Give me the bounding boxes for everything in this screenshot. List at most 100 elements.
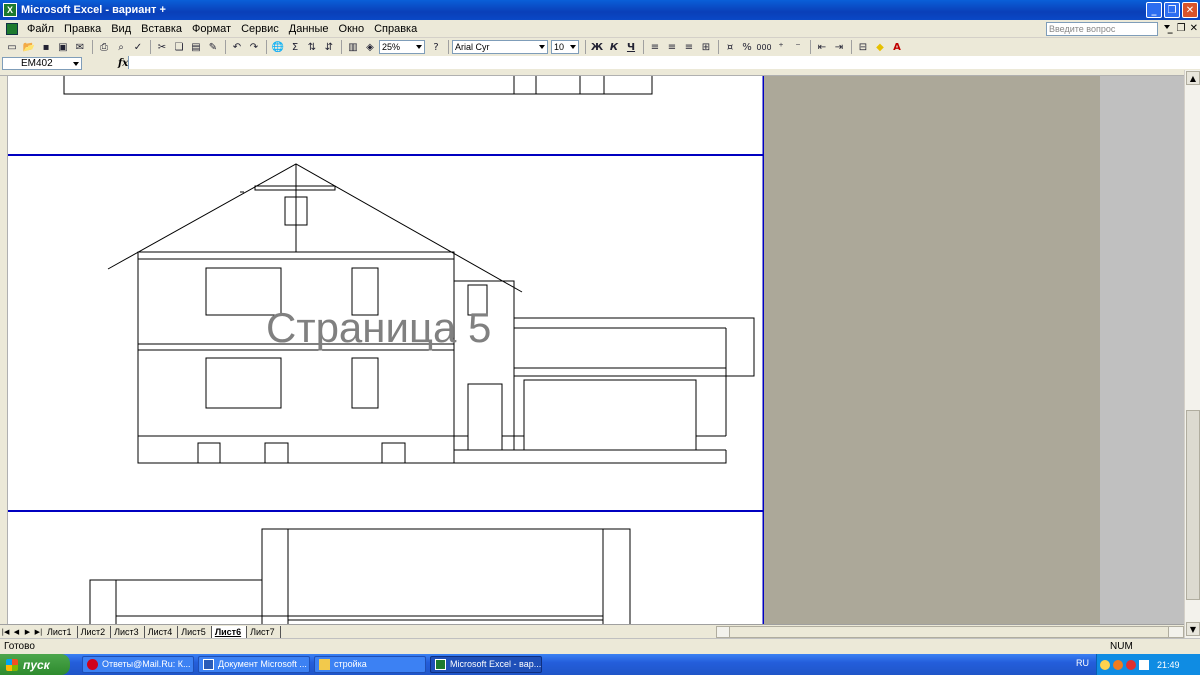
menu-help[interactable]: Справка <box>369 23 422 35</box>
excel-icon[interactable]: X <box>3 3 17 17</box>
toolbar-separator <box>448 40 449 54</box>
undo-icon[interactable]: ↶ <box>229 39 245 55</box>
chevron-down-icon <box>539 45 545 49</box>
align-left-icon[interactable]: ≡ <box>647 39 663 55</box>
workbook-restore-button[interactable]: ❐ <box>1177 23 1186 34</box>
open-folder-icon[interactable]: 📂 <box>21 39 37 55</box>
borders-icon[interactable]: ⊟ <box>855 39 871 55</box>
font-color-icon[interactable]: A <box>889 39 905 55</box>
sheet-tab-1[interactable]: Лист1 <box>44 625 78 638</box>
help-icon[interactable]: ? <box>428 39 444 55</box>
redo-icon[interactable]: ↷ <box>246 39 262 55</box>
workbook-close-button[interactable]: ✕ <box>1190 23 1198 34</box>
prev-sheet-icon[interactable]: ◀ <box>11 626 22 638</box>
formula-input[interactable] <box>128 56 1200 69</box>
next-sheet-icon[interactable]: ▶ <box>22 626 33 638</box>
align-center-icon[interactable]: ≡ <box>664 39 680 55</box>
cut-icon[interactable]: ✂ <box>154 39 170 55</box>
new-file-icon[interactable]: ▭ <box>4 39 20 55</box>
horizontal-scrollbar[interactable] <box>716 626 1184 638</box>
task-folder[interactable]: стройка <box>314 656 426 673</box>
close-button[interactable]: ✕ <box>1182 2 1198 18</box>
start-button[interactable]: пуск <box>0 654 70 675</box>
permission-icon[interactable]: ▣ <box>55 39 71 55</box>
workbook-icon[interactable] <box>6 22 18 35</box>
paste-icon[interactable]: ▤ <box>188 39 204 55</box>
name-box[interactable]: EM402 <box>2 56 82 70</box>
task-mail-answers[interactable]: Ответы@Mail.Ru: К... <box>82 656 194 673</box>
menu-tools[interactable]: Сервис <box>236 23 284 35</box>
thousands-button[interactable]: 000 <box>756 39 772 55</box>
menu-data[interactable]: Данные <box>284 23 334 35</box>
percent-button[interactable]: % <box>739 39 755 55</box>
print-preview-icon[interactable]: ⌕ <box>113 39 129 55</box>
font-name-select[interactable]: Arial Cyr <box>452 40 548 54</box>
sheet-tab-6[interactable]: Лист6 <box>211 625 248 638</box>
row-header-strip <box>0 76 8 624</box>
menu-view[interactable]: Вид <box>106 23 136 35</box>
status-ready: Готово <box>4 641 35 652</box>
clock[interactable]: 21:49 <box>1157 660 1180 670</box>
system-tray: 21:49 <box>1096 654 1200 675</box>
merge-center-icon[interactable]: ⊞ <box>698 39 714 55</box>
last-sheet-icon[interactable]: ▶| <box>33 626 44 638</box>
task-word-document[interactable]: Документ Microsoft ... <box>198 656 310 673</box>
menu-window[interactable]: Окно <box>334 23 370 35</box>
minimize-button[interactable]: _ <box>1146 2 1162 18</box>
sheet-tab-4[interactable]: Лист4 <box>144 625 179 638</box>
fx-icon[interactable]: fx <box>118 58 128 69</box>
language-indicator[interactable]: RU <box>1076 658 1089 668</box>
format-painter-icon[interactable]: ✎ <box>205 39 221 55</box>
sort-descending-icon[interactable]: ⇵ <box>321 39 337 55</box>
update-icon[interactable] <box>1113 659 1123 670</box>
scroll-down-icon[interactable]: ▼ <box>1186 622 1200 636</box>
workbook-minimize-button[interactable]: _ <box>1168 23 1173 34</box>
sheet-tab-2[interactable]: Лист2 <box>77 625 112 638</box>
decrease-decimal-icon[interactable]: ⁻ <box>790 39 806 55</box>
menu-format[interactable]: Формат <box>187 23 236 35</box>
vertical-scroll-thumb[interactable] <box>1186 410 1200 600</box>
menu-edit[interactable]: Правка <box>59 23 106 35</box>
restore-button[interactable]: ❐ <box>1164 2 1180 18</box>
task-excel[interactable]: Microsoft Excel - вар... <box>430 656 542 673</box>
title-bar[interactable]: X Microsoft Excel - вариант + _ ❐ ✕ <box>0 0 1200 20</box>
first-sheet-icon[interactable]: |◀ <box>0 626 11 638</box>
spelling-icon[interactable]: ✓ <box>130 39 146 55</box>
network-icon[interactable] <box>1100 659 1110 670</box>
chart-wizard-icon[interactable]: ▥ <box>345 39 361 55</box>
horizontal-scroll-thumb[interactable] <box>729 627 1169 637</box>
underline-button[interactable]: Ч <box>623 39 639 55</box>
bold-button[interactable]: Ж <box>589 39 605 55</box>
sheet-tab-3[interactable]: Лист3 <box>111 625 145 638</box>
flag-icon[interactable] <box>1139 659 1149 670</box>
task-label: Ответы@Mail.Ru: К... <box>102 659 191 669</box>
menu-file[interactable]: Файл <box>22 23 59 35</box>
font-size-select[interactable]: 10 <box>551 40 579 54</box>
windows-logo-icon <box>6 658 18 671</box>
zoom-select[interactable]: 25% <box>379 40 425 54</box>
fill-color-icon[interactable]: ◆ <box>872 39 888 55</box>
autosum-icon[interactable]: Σ <box>287 39 303 55</box>
email-icon[interactable]: ✉ <box>72 39 88 55</box>
scroll-up-icon[interactable]: ▲ <box>1186 71 1200 85</box>
increase-decimal-icon[interactable]: ⁺ <box>773 39 789 55</box>
copy-icon[interactable]: ❏ <box>171 39 187 55</box>
drawing-icon[interactable]: ◈ <box>362 39 378 55</box>
currency-icon[interactable]: ¤ <box>722 39 738 55</box>
hyperlink-icon[interactable]: 🌐 <box>270 39 286 55</box>
security-icon[interactable] <box>1126 659 1136 670</box>
align-right-icon[interactable]: ≡ <box>681 39 697 55</box>
worksheet-area[interactable]: Страница 5 <box>8 76 1184 624</box>
menu-insert[interactable]: Вставка <box>136 23 187 35</box>
folder-icon <box>319 659 330 670</box>
print-icon[interactable]: ⎙ <box>96 39 112 55</box>
increase-indent-icon[interactable]: ⇥ <box>831 39 847 55</box>
decrease-indent-icon[interactable]: ⇤ <box>814 39 830 55</box>
help-question-input[interactable]: Введите вопрос <box>1046 22 1158 36</box>
save-icon[interactable]: ▪ <box>38 39 54 55</box>
sheet-tab-7[interactable]: Лист7 <box>247 625 281 638</box>
italic-button[interactable]: К <box>606 39 622 55</box>
sort-ascending-icon[interactable]: ⇅ <box>304 39 320 55</box>
sheet-tab-5[interactable]: Лист5 <box>178 625 212 638</box>
vertical-scrollbar[interactable]: ▲ ▼ <box>1184 70 1200 638</box>
